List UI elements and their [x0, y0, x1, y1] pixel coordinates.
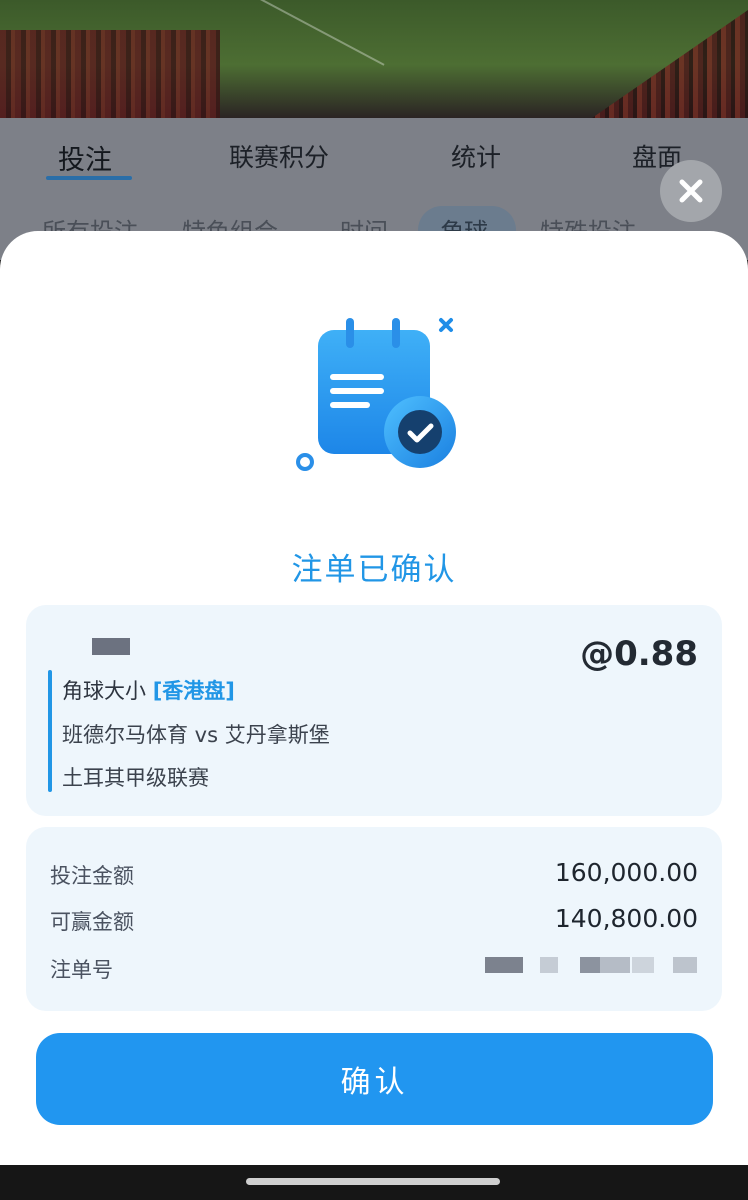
stake-value: 160,000.00 — [554, 858, 698, 887]
selection-accent-bar — [48, 670, 52, 792]
match-banner-image — [0, 0, 748, 118]
handicap-type: [香港盘] — [152, 679, 235, 703]
stake-label: 投注金额 — [50, 864, 134, 888]
close-button[interactable] — [660, 160, 722, 222]
market-label: 角球大小 [香港盘] — [62, 675, 235, 705]
confirm-button[interactable]: 确认 — [36, 1033, 713, 1125]
potential-win-label: 可赢金额 — [50, 910, 134, 934]
active-tab-indicator — [46, 176, 132, 180]
close-icon — [679, 179, 703, 203]
home-indicator[interactable] — [246, 1178, 500, 1185]
tab-stats[interactable]: 统计 — [451, 138, 501, 174]
tab-bet[interactable]: 投注 — [58, 138, 112, 177]
redacted-team-label — [92, 638, 130, 655]
confirmation-title: 注单已确认 — [291, 552, 457, 588]
match-name: 班德尔马体育 vs 艾丹拿斯堡 — [62, 723, 330, 747]
market-name: 角球大小 — [62, 679, 146, 703]
notepad-check-icon — [296, 318, 456, 471]
potential-win-value: 140,800.00 — [554, 904, 698, 933]
ticket-number-label: 注单号 — [50, 958, 113, 982]
confirm-button-label: 确认 — [340, 1065, 409, 1100]
league-name: 土耳其甲级联赛 — [62, 766, 209, 790]
tab-league-standings[interactable]: 联赛积分 — [229, 138, 329, 174]
odds-value: @0.88 — [580, 634, 698, 674]
